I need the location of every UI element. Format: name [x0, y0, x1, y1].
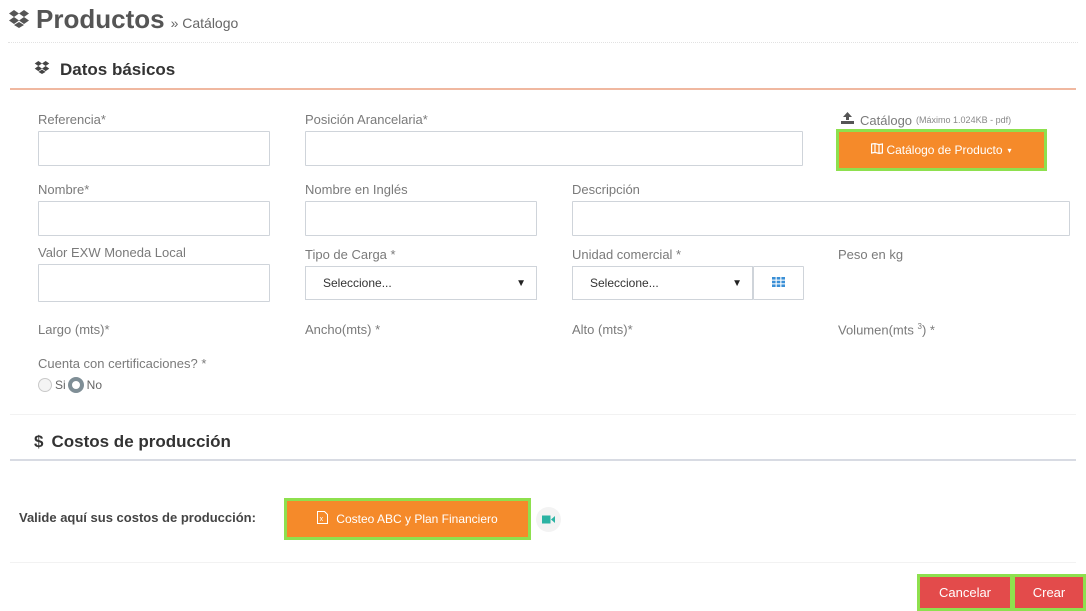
section-title: Datos básicos	[60, 60, 176, 79]
breadcrumb: » Catálogo	[170, 15, 239, 31]
video-button[interactable]	[536, 507, 561, 532]
video-camera-icon	[542, 511, 555, 529]
costeo-button[interactable]: x Costeo ABC y Plan Financiero	[287, 501, 528, 537]
catalogo-highlight: Catálogo de Producto ▾	[836, 129, 1047, 171]
catalogo-producto-button[interactable]: Catálogo de Producto ▾	[839, 132, 1044, 168]
radio-no-label: No	[86, 378, 103, 392]
nombre-ingles-input[interactable]	[305, 201, 537, 236]
valor-exw-input[interactable]	[38, 264, 270, 302]
catalogo-producto-label: Catálogo de Producto	[886, 143, 1003, 157]
certificaciones-label: Cuenta con certificaciones? *	[38, 356, 207, 371]
alto-label: Alto (mts)*	[572, 322, 633, 337]
descripcion-label: Descripción	[572, 182, 640, 197]
referencia-input[interactable]	[38, 131, 270, 166]
volumen-label: Volumen(mts 3) *	[838, 322, 935, 337]
costeo-highlight: x Costeo ABC y Plan Financiero	[284, 498, 531, 540]
svg-text:x: x	[320, 516, 324, 523]
posicion-arancelaria-label: Posición Arancelaria*	[305, 112, 428, 127]
tipo-carga-label: Tipo de Carga *	[305, 247, 396, 262]
cancelar-highlight: Cancelar	[917, 574, 1013, 611]
radio-no[interactable]	[67, 377, 84, 393]
section-divider	[10, 88, 1076, 90]
nombre-input[interactable]	[38, 201, 270, 236]
unidad-comercial-table-button[interactable]	[753, 266, 804, 300]
upload-icon	[841, 111, 854, 129]
valor-exw-label: Valor EXW Moneda Local	[38, 245, 186, 260]
title-divider	[8, 42, 1078, 43]
certificaciones-radio-group: Si No	[38, 377, 102, 393]
volumen-suffix: ) *	[921, 322, 935, 338]
costeo-label: Costeo ABC y Plan Financiero	[336, 512, 498, 526]
peso-label: Peso en kg	[838, 247, 904, 262]
section-heading-datos-basicos: Datos básicos	[34, 60, 175, 80]
nombre-ingles-label: Nombre en Inglés	[305, 182, 408, 197]
nombre-label: Nombre*	[38, 182, 90, 197]
create-button[interactable]: Crear	[1015, 577, 1083, 608]
catalogo-label: Catálogo	[860, 112, 913, 128]
crear-highlight: Crear	[1012, 574, 1086, 611]
excel-icon: x	[317, 511, 329, 527]
grid-icon	[772, 274, 785, 292]
dollar-icon: $	[34, 432, 44, 451]
dropbox-icon	[34, 60, 50, 80]
valide-label: Valide aquí sus costos de producción:	[19, 510, 256, 525]
unidad-comercial-select[interactable]: Seleccione... ▼	[572, 266, 753, 300]
section-separator	[10, 414, 1076, 415]
largo-label: Largo (mts)*	[38, 322, 110, 337]
radio-si-label: Si	[55, 378, 66, 392]
page-title: Productos	[36, 4, 165, 34]
footer-separator	[10, 562, 1076, 563]
volumen-text: Volumen(mts	[838, 322, 914, 338]
section-heading-costos: $ Costos de producción	[34, 432, 231, 452]
caret-down-icon: ▾	[1007, 145, 1012, 155]
posicion-arancelaria-input[interactable]	[305, 131, 803, 166]
caret-down-icon: ▼	[516, 277, 526, 289]
section-title: Costos de producción	[51, 432, 231, 451]
tipo-carga-select[interactable]: Seleccione... ▼	[305, 266, 537, 300]
cancel-button[interactable]: Cancelar	[920, 577, 1010, 608]
caret-down-icon: ▼	[732, 277, 742, 289]
page-header: Productos » Catálogo	[8, 4, 238, 38]
referencia-label: Referencia*	[38, 112, 106, 127]
map-icon	[871, 142, 884, 157]
tipo-carga-value: Seleccione...	[323, 276, 392, 290]
catalogo-hint: (Máximo 1.024KB - pdf)	[916, 115, 1012, 125]
radio-si[interactable]	[38, 378, 52, 392]
section-divider	[10, 459, 1076, 461]
unidad-comercial-label: Unidad comercial *	[572, 247, 682, 262]
catalogo-upload-label: Catálogo (Máximo 1.024KB - pdf)	[841, 111, 1011, 129]
ancho-label: Ancho(mts) *	[305, 322, 381, 337]
unidad-comercial-value: Seleccione...	[590, 276, 659, 290]
dropbox-icon	[8, 9, 30, 34]
descripcion-input[interactable]	[572, 201, 1070, 236]
